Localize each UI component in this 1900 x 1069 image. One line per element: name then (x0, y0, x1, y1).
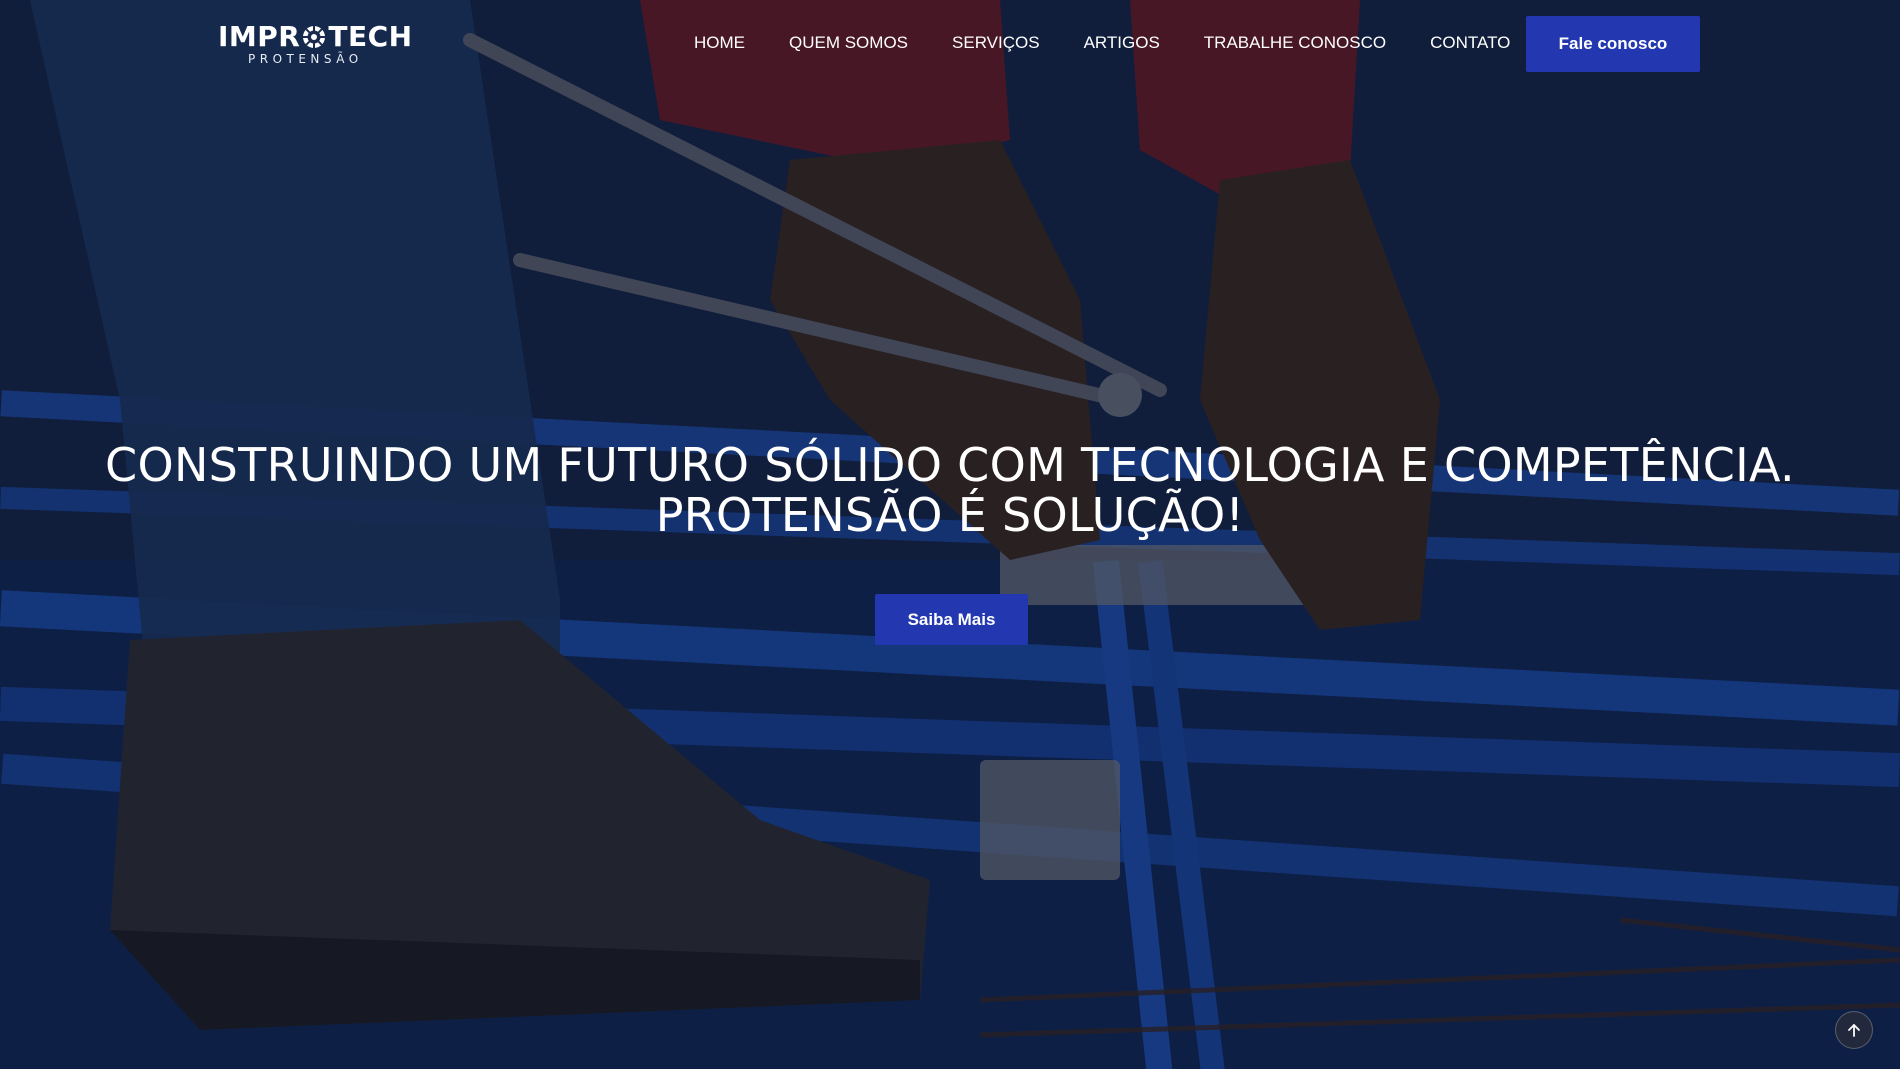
nav-item-contato[interactable]: CONTATO (1430, 30, 1510, 56)
site-header: IMPR TECH PROTENSÃO HOME QUEM SOMOS SERVI… (0, 0, 1900, 86)
nav-item-trabalhe-conosco[interactable]: TRABALHE CONOSCO (1204, 30, 1386, 56)
arrow-up-icon (1848, 1024, 1860, 1037)
logo-wordmark: IMPR TECH (218, 20, 413, 54)
nav-item-quem-somos[interactable]: QUEM SOMOS (789, 30, 908, 56)
gear-icon (303, 26, 326, 48)
hero-headline-line1: CONSTRUINDO UM FUTURO SÓLIDO COM TECNOLO… (105, 438, 1795, 492)
hero-headline: CONSTRUINDO UM FUTURO SÓLIDO COM TECNOLO… (0, 440, 1900, 540)
hero-headline-line2: PROTENSÃO É SOLUÇÃO! (655, 488, 1245, 542)
logo-text-part1: IMPR (218, 20, 301, 53)
scroll-to-top-button[interactable] (1835, 1011, 1873, 1049)
hero-section: IMPR TECH PROTENSÃO HOME QUEM SOMOS SERVI… (0, 0, 1900, 1069)
nav-item-artigos[interactable]: ARTIGOS (1084, 30, 1160, 56)
fale-conosco-button[interactable]: Fale conosco (1526, 16, 1700, 72)
site-logo[interactable]: IMPR TECH PROTENSÃO (218, 20, 412, 68)
main-nav: HOME QUEM SOMOS SERVIÇOS ARTIGOS TRABALH… (694, 30, 1510, 56)
logo-text-part2: TECH (328, 20, 413, 53)
logo-tagline: PROTENSÃO (248, 52, 363, 66)
nav-item-home[interactable]: HOME (694, 30, 745, 56)
saiba-mais-button[interactable]: Saiba Mais (875, 594, 1028, 645)
nav-item-servicos[interactable]: SERVIÇOS (952, 30, 1040, 56)
